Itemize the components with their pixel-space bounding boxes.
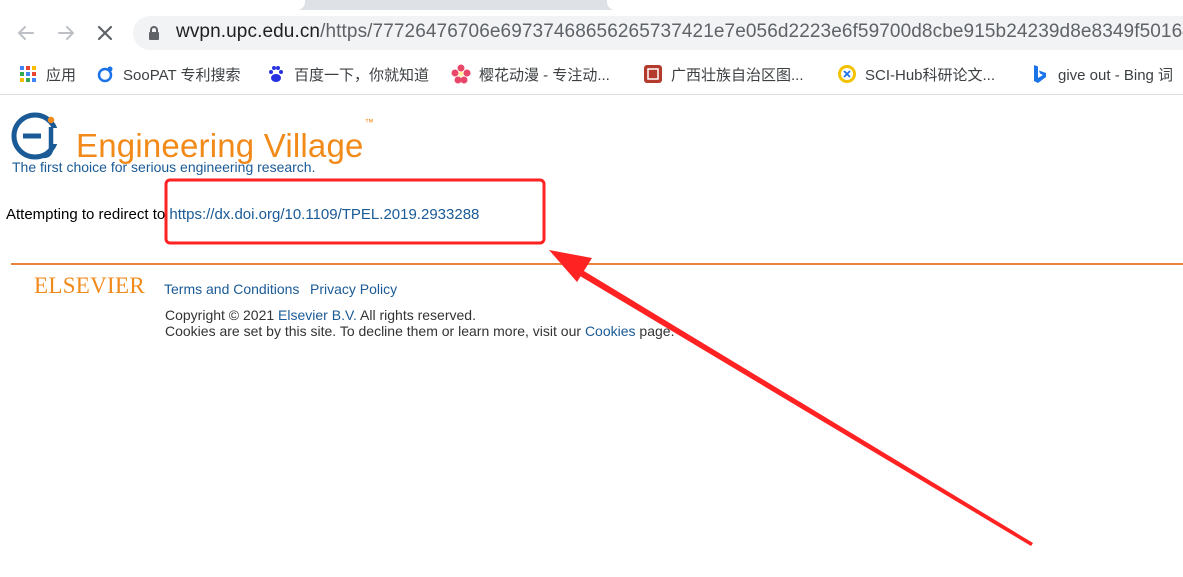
engineering-village-logo[interactable]: Engineering Village™ bbox=[11, 110, 374, 164]
ev-logo-icon bbox=[11, 112, 59, 160]
scihub-icon bbox=[837, 64, 857, 84]
copyright-block: Copyright © 2021 Elsevier B.V. All right… bbox=[165, 307, 674, 339]
bookmark-library[interactable]: 广西壮族自治区图... bbox=[643, 63, 804, 85]
bookmark-apps[interactable]: 应用 bbox=[18, 63, 76, 85]
bookmark-label: 樱花动漫 - 专注动... bbox=[479, 66, 610, 84]
elsevier-logo[interactable]: ELSEVIER bbox=[34, 273, 145, 299]
redirect-prefix: Attempting to redirect to bbox=[6, 206, 170, 223]
bookmarks-bar: 应用 SooPAT 专利搜索 百度一下，你就知道 樱花动漫 - 专注动... 广… bbox=[0, 55, 1183, 95]
elsevier-bv-link[interactable]: Elsevier B.V. bbox=[278, 307, 357, 323]
footer-divider bbox=[11, 263, 1183, 265]
bookmark-label: 广西壮族自治区图... bbox=[671, 66, 804, 84]
bookmark-label: 应用 bbox=[46, 66, 77, 84]
stop-loading-button[interactable] bbox=[88, 16, 122, 50]
logo-trademark: ™ bbox=[364, 117, 374, 127]
library-seal-icon bbox=[643, 64, 663, 84]
cookies-prefix: Cookies are set by this site. To decline… bbox=[165, 323, 585, 339]
apps-grid-icon bbox=[18, 64, 38, 84]
bookmark-label: SooPAT 专利搜索 bbox=[123, 66, 241, 84]
bookmark-scihub[interactable]: SCI-Hub科研论文... bbox=[837, 63, 995, 85]
back-button[interactable] bbox=[9, 16, 43, 50]
close-x-icon bbox=[97, 25, 113, 41]
forward-button[interactable] bbox=[49, 16, 83, 50]
bookmark-label: give out - Bing 词 bbox=[1058, 66, 1174, 84]
doi-link[interactable]: https://dx.doi.org/10.1109/TPEL.2019.293… bbox=[169, 206, 479, 223]
forward-arrow-icon bbox=[58, 26, 75, 40]
tab-active[interactable] bbox=[0, 0, 305, 10]
cookies-suffix: page. bbox=[635, 323, 675, 339]
copyright-prefix: Copyright © 2021 bbox=[165, 307, 279, 323]
baidu-paw-icon bbox=[266, 64, 286, 84]
cookies-line: Cookies are set by this site. To decline… bbox=[165, 323, 674, 339]
tab-strip bbox=[0, 0, 1183, 10]
redirect-message: Attempting to redirect to https://dx.doi… bbox=[6, 206, 479, 223]
address-path: /https/77726476706e69737468656265737421e… bbox=[320, 21, 1183, 42]
address-bar[interactable]: wvpn.upc.edu.cn/https/77726476706e697374… bbox=[133, 16, 1183, 50]
address-url[interactable]: wvpn.upc.edu.cn/https/77726476706e697374… bbox=[176, 21, 1183, 43]
privacy-link[interactable]: Privacy Policy bbox=[310, 281, 397, 297]
bookmark-sakura[interactable]: 樱花动漫 - 专注动... bbox=[451, 63, 610, 85]
bookmark-label: 百度一下，你就知道 bbox=[294, 66, 430, 84]
bookmark-label: SCI-Hub科研论文... bbox=[865, 66, 996, 84]
bing-icon bbox=[1030, 64, 1050, 84]
bookmark-baidu[interactable]: 百度一下，你就知道 bbox=[266, 63, 429, 85]
terms-link[interactable]: Terms and Conditions bbox=[164, 281, 299, 297]
copyright-line: Copyright © 2021 Elsevier B.V. All right… bbox=[165, 307, 674, 323]
bookmark-soopat[interactable]: SooPAT 专利搜索 bbox=[95, 63, 241, 85]
lock-icon bbox=[149, 26, 159, 40]
page-content: Engineering Village™ The first choice fo… bbox=[0, 96, 1183, 577]
bookmark-bing[interactable]: give out - Bing 词 bbox=[1030, 63, 1173, 85]
soopat-icon bbox=[95, 64, 115, 84]
toolbar: wvpn.upc.edu.cn/https/77726476706e697374… bbox=[0, 10, 1183, 55]
browser-window: wvpn.upc.edu.cn/https/77726476706e697374… bbox=[0, 0, 1183, 577]
tagline: The first choice for serious engineering… bbox=[12, 159, 316, 175]
copyright-suffix: All rights reserved. bbox=[356, 307, 476, 323]
cookies-link[interactable]: Cookies bbox=[585, 323, 636, 339]
back-arrow-icon bbox=[17, 26, 34, 40]
flower-icon bbox=[451, 64, 471, 84]
address-host: wvpn.upc.edu.cn bbox=[176, 21, 321, 42]
tab-inactive[interactable] bbox=[607, 0, 1183, 10]
